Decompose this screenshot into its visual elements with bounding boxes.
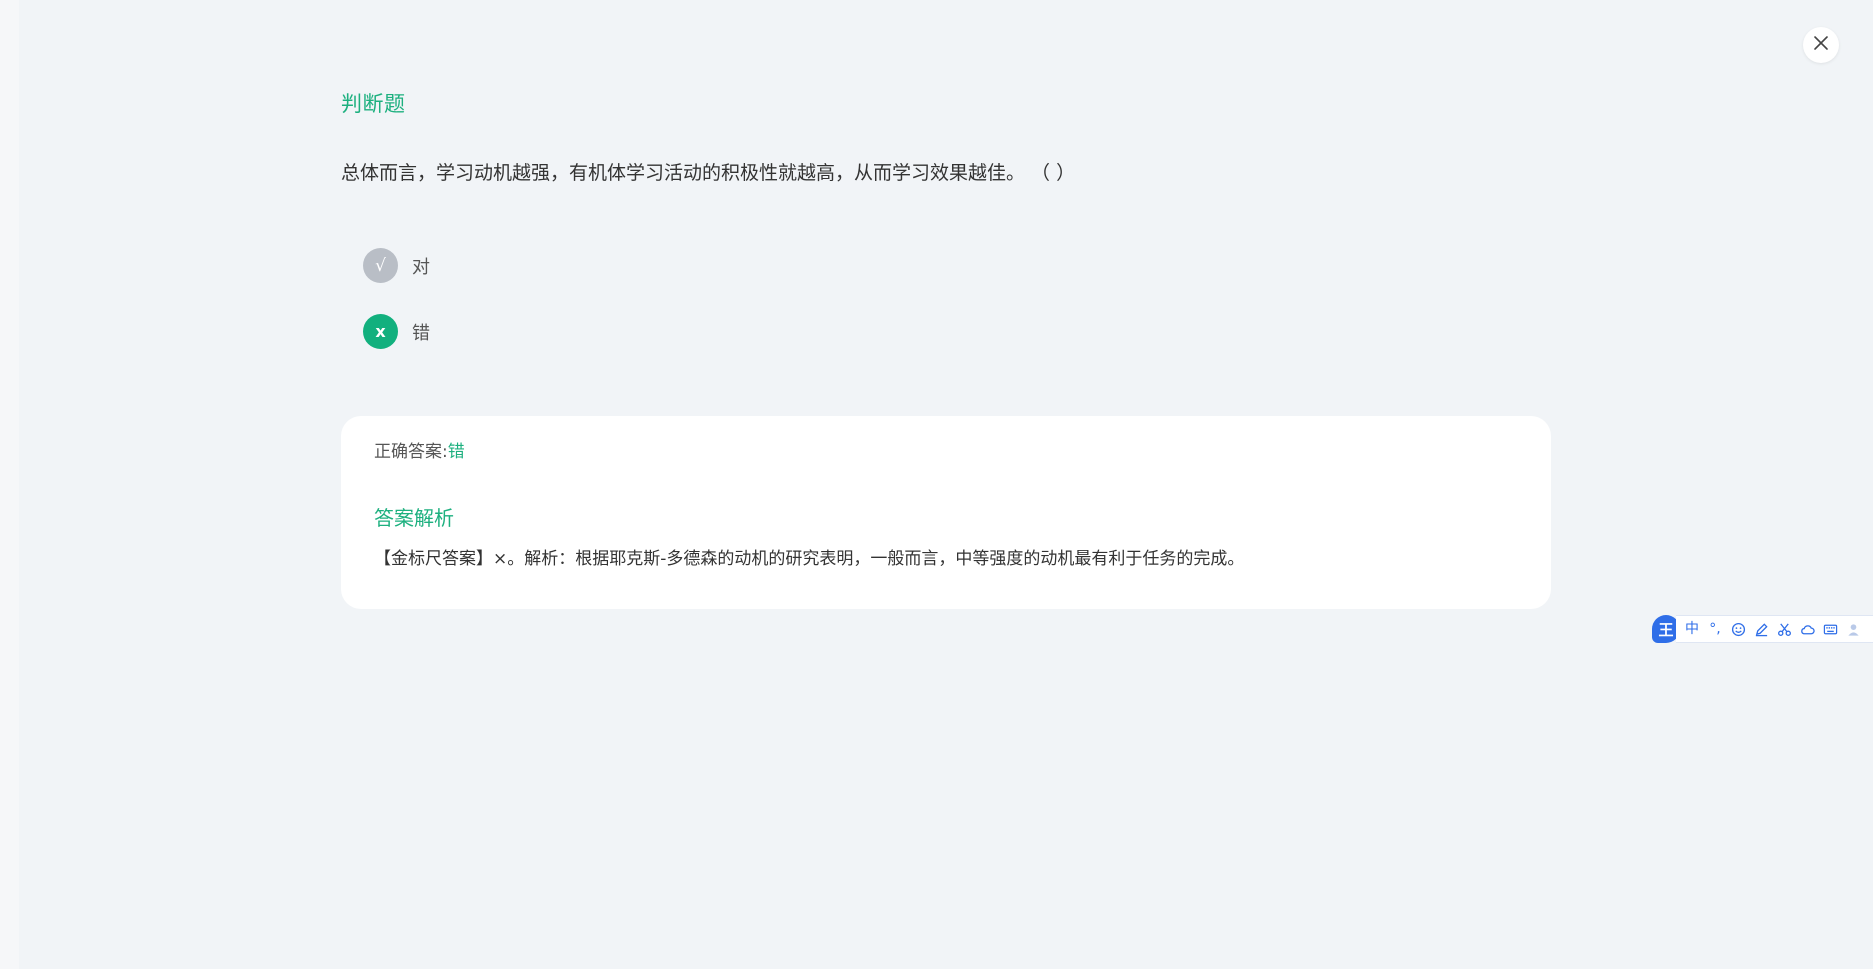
ime-punctuation-toggle[interactable]: °,: [1707, 621, 1723, 637]
ime-strip: 中 °,: [1676, 615, 1873, 643]
user-icon[interactable]: [1845, 621, 1861, 637]
option-true-label: 对: [412, 256, 430, 278]
analysis-title: 答案解析: [374, 506, 454, 530]
close-icon: [1812, 34, 1830, 56]
correct-answer-prefix: 正确答案:: [374, 442, 448, 462]
smile-icon[interactable]: [1730, 621, 1746, 637]
cloud-icon[interactable]: [1799, 621, 1815, 637]
correct-answer-value: 错: [447, 442, 465, 462]
keyboard-icon[interactable]: [1822, 621, 1838, 637]
option-false[interactable]: x 错: [363, 314, 430, 349]
ime-toolbar: 王 中 °,: [1652, 612, 1873, 646]
ime-mode-toggle[interactable]: 中: [1684, 621, 1700, 637]
left-edge-strip: [0, 0, 19, 969]
close-button[interactable]: [1803, 27, 1839, 63]
option-false-label: 错: [412, 322, 430, 344]
option-true-mark: √: [363, 248, 398, 283]
scissors-icon[interactable]: [1776, 621, 1792, 637]
analysis-text: 【金标尺答案】×。解析：根据耶克斯-多德森的动机的研究表明，一般而言，中等强度的…: [374, 549, 1245, 569]
correct-answer-line: 正确答案:错: [374, 437, 465, 462]
answer-card: 正确答案:错 答案解析 【金标尺答案】×。解析：根据耶克斯-多德森的动机的研究表…: [341, 416, 1551, 609]
pen-icon[interactable]: [1753, 621, 1769, 637]
option-false-mark: x: [363, 314, 398, 349]
question-text: 总体而言，学习动机越强，有机体学习活动的积极性就越高，从而学习效果越佳。 （ ）: [341, 162, 1076, 184]
question-type-label: 判断题: [341, 92, 406, 116]
option-true[interactable]: √ 对: [363, 248, 430, 283]
